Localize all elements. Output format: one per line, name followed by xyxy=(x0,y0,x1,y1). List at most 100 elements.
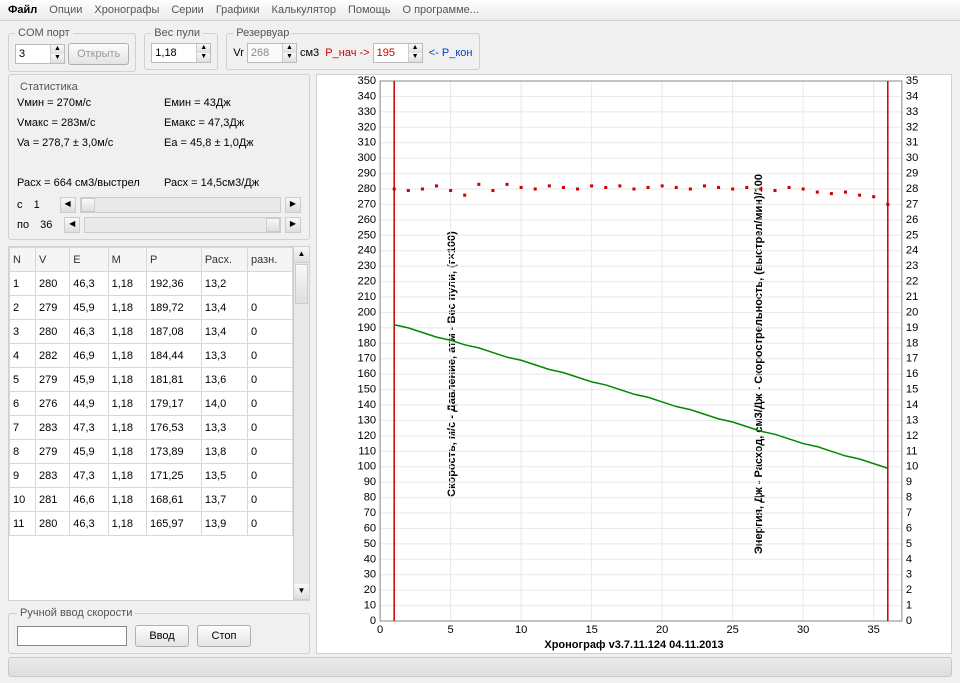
status-bar xyxy=(8,657,952,677)
spin-down-icon[interactable]: ▼ xyxy=(196,53,210,62)
pstart-input[interactable] xyxy=(374,44,408,62)
svg-text:15: 15 xyxy=(585,624,597,636)
pstart-spinner[interactable]: ▲▼ xyxy=(373,43,423,63)
comport-spinner[interactable]: ▲▼ xyxy=(15,44,65,64)
svg-text:31: 31 xyxy=(906,137,918,149)
table-row[interactable]: 227945,91,18189,7213,40 xyxy=(10,296,293,320)
menu-item[interactable]: Файл xyxy=(8,4,37,16)
spin-up-icon[interactable]: ▲ xyxy=(50,45,64,54)
svg-text:3: 3 xyxy=(906,569,912,581)
svg-text:0: 0 xyxy=(906,615,912,627)
stat-vmax: Vмакс = 283м/с xyxy=(17,113,154,133)
spin-up-icon[interactable]: ▲ xyxy=(196,44,210,53)
table-row[interactable]: 728347,31,18176,5313,30 xyxy=(10,416,293,440)
scroll-track[interactable] xyxy=(84,217,281,233)
vr-spinner[interactable]: ▲▼ xyxy=(247,43,297,63)
stat-emax: Eмакс = 47,3Дж xyxy=(164,113,301,133)
vr-label: Vr xyxy=(233,47,244,59)
svg-text:9: 9 xyxy=(906,476,912,488)
table-row[interactable]: 428246,91,18184,4413,30 xyxy=(10,344,293,368)
svg-text:180: 180 xyxy=(358,337,377,349)
scroll-left-icon[interactable]: ◀ xyxy=(64,217,80,233)
stat-vmin: Vмин = 270м/с xyxy=(17,93,154,113)
svg-text:130: 130 xyxy=(358,414,377,426)
from-label: с xyxy=(17,199,23,211)
chart-area: Скорость, м/с - Давление, атм - Вес пули… xyxy=(316,74,952,654)
weight-input[interactable] xyxy=(152,44,196,62)
open-button[interactable]: Открыть xyxy=(68,43,129,65)
col-header[interactable]: Расх. xyxy=(201,248,247,272)
manual-speed-input[interactable] xyxy=(17,626,127,646)
spin-down-icon[interactable]: ▼ xyxy=(282,53,296,62)
x-axis-title: Хронограф v3.7.11.124 04.11.2013 xyxy=(544,639,723,651)
menubar: Файл Опции Хронографы Серии Графики Каль… xyxy=(0,0,960,21)
label: COM порт xyxy=(15,27,73,39)
table-row[interactable]: 827945,91,18173,8913,80 xyxy=(10,440,293,464)
svg-text:20: 20 xyxy=(656,624,668,636)
svg-text:14: 14 xyxy=(906,399,918,411)
svg-text:11: 11 xyxy=(906,445,918,457)
data-table: NVEMPРасх.разн. 128046,31,18192,3613,222… xyxy=(9,247,293,536)
enter-button[interactable]: Ввод xyxy=(135,625,189,647)
stat-va: Va = 278,7 ± 3,0м/с xyxy=(17,133,154,153)
pstart-label: P_нач -> xyxy=(325,47,369,59)
svg-text:70: 70 xyxy=(364,507,376,519)
svg-text:250: 250 xyxy=(358,229,377,241)
menu-item[interactable]: Помощь xyxy=(348,4,391,16)
table-scrollbar[interactable]: ▲ ▼ xyxy=(293,247,309,600)
svg-text:18: 18 xyxy=(906,337,918,349)
svg-text:240: 240 xyxy=(358,245,377,257)
svg-text:30: 30 xyxy=(797,624,809,636)
table-row[interactable]: 928347,31,18171,2513,50 xyxy=(10,464,293,488)
menu-item[interactable]: Графики xyxy=(216,4,260,16)
table-row[interactable]: 1028146,61,18168,6113,70 xyxy=(10,488,293,512)
table-row[interactable]: 128046,31,18192,3613,2 xyxy=(10,272,293,296)
table-row[interactable]: 1128046,31,18165,9713,90 xyxy=(10,512,293,536)
from-value: 1 xyxy=(34,199,56,211)
svg-text:27: 27 xyxy=(906,198,918,210)
svg-text:25: 25 xyxy=(906,229,918,241)
svg-text:120: 120 xyxy=(358,430,377,442)
col-header[interactable]: N xyxy=(10,248,36,272)
svg-text:23: 23 xyxy=(906,260,918,272)
scroll-up-icon[interactable]: ▲ xyxy=(294,247,309,263)
spin-up-icon[interactable]: ▲ xyxy=(282,44,296,53)
scroll-thumb[interactable] xyxy=(295,264,308,304)
svg-text:310: 310 xyxy=(358,137,377,149)
col-header[interactable]: M xyxy=(108,248,146,272)
col-header[interactable]: разн. xyxy=(247,248,292,272)
spin-down-icon[interactable]: ▼ xyxy=(408,53,422,62)
svg-text:220: 220 xyxy=(358,276,377,288)
scroll-right-icon[interactable]: ▶ xyxy=(285,217,301,233)
col-header[interactable]: E xyxy=(70,248,108,272)
scroll-left-icon[interactable]: ◀ xyxy=(60,197,76,213)
scroll-down-icon[interactable]: ▼ xyxy=(294,584,309,600)
stop-button[interactable]: Стоп xyxy=(197,625,251,647)
scroll-track[interactable] xyxy=(80,197,281,213)
svg-text:12: 12 xyxy=(906,430,918,442)
table-row[interactable]: 627644,91,18179,1714,00 xyxy=(10,392,293,416)
spin-down-icon[interactable]: ▼ xyxy=(50,54,64,63)
col-header[interactable]: P xyxy=(146,248,201,272)
menu-item[interactable]: О программе... xyxy=(402,4,478,16)
svg-text:140: 140 xyxy=(358,399,377,411)
menu-item[interactable]: Серии xyxy=(171,4,203,16)
weight-spinner[interactable]: ▲▼ xyxy=(151,43,211,63)
svg-text:20: 20 xyxy=(906,306,918,318)
menu-item[interactable]: Хронографы xyxy=(94,4,159,16)
to-value: 36 xyxy=(40,219,60,231)
scroll-right-icon[interactable]: ▶ xyxy=(285,197,301,213)
to-label: по xyxy=(17,219,29,231)
svg-text:19: 19 xyxy=(906,322,918,334)
menu-item[interactable]: Опции xyxy=(49,4,82,16)
svg-text:7: 7 xyxy=(906,507,912,519)
col-header[interactable]: V xyxy=(35,248,69,272)
statistics-box: Статистика Vмин = 270м/с Vмакс = 283м/с … xyxy=(8,74,310,240)
comport-input[interactable] xyxy=(16,45,50,63)
stat-ea: Ea = 45,8 ± 1,0Дж xyxy=(164,133,301,153)
spin-up-icon[interactable]: ▲ xyxy=(408,44,422,53)
table-row[interactable]: 527945,91,18181,8113,60 xyxy=(10,368,293,392)
menu-item[interactable]: Калькулятор xyxy=(272,4,336,16)
table-row[interactable]: 328046,31,18187,0813,40 xyxy=(10,320,293,344)
svg-text:20: 20 xyxy=(364,584,376,596)
